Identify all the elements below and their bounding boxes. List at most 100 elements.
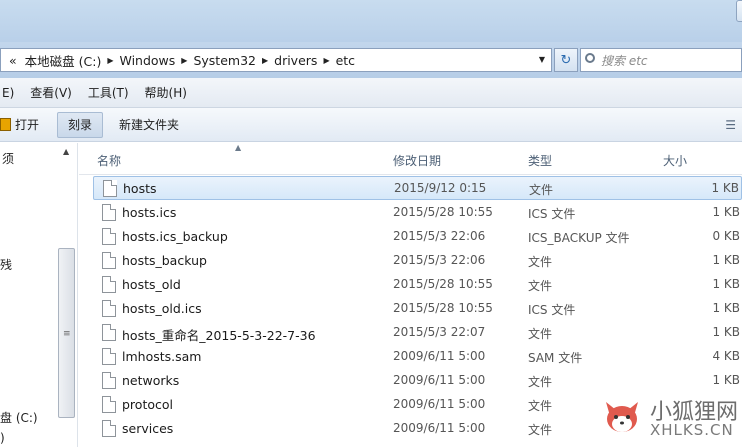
column-header-date[interactable]: 修改日期 [393, 152, 441, 169]
file-name: services [122, 421, 174, 436]
file-type: 文件 [528, 399, 553, 413]
file-date: 2009/6/11 5:00 [393, 349, 486, 363]
file-name: hosts_old [122, 277, 181, 292]
breadcrumb-overflow[interactable]: « [9, 53, 17, 68]
file-name: hosts_old.ics [122, 301, 202, 316]
scroll-up-arrow-icon[interactable]: ▲ [63, 147, 69, 156]
file-date: 2015/5/3 22:06 [393, 253, 486, 267]
file-row[interactable]: hosts_old 2015/5/28 10:55 文件 1 KB [79, 273, 742, 297]
file-type: ICS 文件 [528, 207, 576, 221]
file-size: 1 KB [712, 253, 740, 267]
menu-bar: E) 查看(V) 工具(T) 帮助(H) [0, 78, 742, 108]
burn-label: 刻录 [68, 118, 93, 132]
file-type: 文件 [528, 327, 553, 341]
file-size: 1 KB [712, 301, 740, 315]
window-titlebar [0, 0, 742, 42]
breadcrumb-item-local-disk[interactable]: 本地磁盘 (C:) [25, 51, 102, 70]
file-size: 1 KB [712, 277, 740, 291]
nav-item[interactable]: 残 [0, 256, 12, 273]
fox-logo-icon [606, 402, 638, 432]
file-size: 1 KB [712, 205, 740, 219]
view-options-icon[interactable]: ☰ [725, 118, 736, 132]
breadcrumb-item-system32[interactable]: System32 [193, 53, 256, 68]
file-type: ICS_BACKUP 文件 [528, 231, 630, 245]
breadcrumb-item-drivers[interactable]: drivers [274, 53, 317, 68]
file-size: 1 KB [712, 325, 740, 339]
column-header-type[interactable]: 类型 [528, 152, 552, 169]
file-icon [102, 300, 116, 317]
menu-view[interactable]: 查看(V) [22, 84, 80, 101]
navigation-pane: 须 残 盘 (C:) ) ▲ ≡ [0, 143, 78, 447]
nav-item[interactable]: 须 [2, 150, 14, 167]
breadcrumb-item-windows[interactable]: Windows [119, 53, 175, 68]
menu-tools[interactable]: 工具(T) [80, 84, 137, 101]
file-name: hosts.ics_backup [122, 229, 228, 244]
breadcrumb-item-etc[interactable]: etc [336, 53, 355, 68]
file-date: 2015/5/28 10:55 [393, 205, 493, 219]
breadcrumb[interactable]: « 本地磁盘 (C:) ▶ Windows ▶ System32 ▶ drive… [0, 48, 552, 72]
file-icon [102, 396, 116, 413]
file-row[interactable]: lmhosts.sam 2009/6/11 5:00 SAM 文件 4 KB [79, 345, 742, 369]
file-date: 2015/5/28 10:55 [393, 301, 493, 315]
file-icon [102, 324, 116, 341]
file-row[interactable]: hosts.ics 2015/5/28 10:55 ICS 文件 1 KB [79, 201, 742, 225]
menu-edit[interactable]: E) [0, 86, 22, 100]
new-folder-button[interactable]: 新建文件夹 [109, 112, 189, 138]
open-button[interactable]: 打开 [0, 112, 49, 138]
file-row[interactable]: hosts_old.ics 2015/5/28 10:55 ICS 文件 1 KB [79, 297, 742, 321]
window-control-button[interactable] [736, 0, 742, 22]
file-size: 0 KB [712, 229, 740, 243]
address-dropdown-icon[interactable]: ▼ [539, 55, 545, 64]
nav-item-local-disk[interactable]: 盘 (C:) [0, 409, 38, 426]
breadcrumb-arrow-icon[interactable]: ▶ [323, 56, 329, 65]
column-header-name[interactable]: 名称 [97, 152, 121, 169]
menu-help[interactable]: 帮助(H) [137, 84, 195, 101]
file-name: lmhosts.sam [122, 349, 202, 364]
file-date: 2015/5/28 10:55 [393, 277, 493, 291]
breadcrumb-arrow-icon[interactable]: ▶ [262, 56, 268, 65]
file-icon [102, 420, 116, 437]
file-row[interactable]: hosts_重命名_2015-5-3-22-7-36 2015/5/3 22:07… [79, 321, 742, 345]
file-name: hosts_重命名_2015-5-3-22-7-36 [122, 328, 316, 343]
file-date: 2009/6/11 5:00 [393, 421, 486, 435]
file-row[interactable]: hosts 2015/9/12 0:15 文件 1 KB [93, 176, 742, 200]
column-header-size[interactable]: 大小 [663, 152, 687, 169]
file-icon [102, 252, 116, 269]
breadcrumb-arrow-icon[interactable]: ▶ [181, 56, 187, 65]
file-icon [102, 372, 116, 389]
file-name: protocol [122, 397, 173, 412]
breadcrumb-arrow-icon[interactable]: ▶ [107, 56, 113, 65]
column-header-row: ▲ 名称 修改日期 类型 大小 [79, 143, 742, 175]
file-name: networks [122, 373, 180, 388]
search-input[interactable]: 搜索 etc [601, 52, 648, 69]
file-icon [102, 204, 116, 221]
nav-scrollbar-thumb[interactable]: ≡ [58, 248, 75, 418]
file-type: 文件 [529, 183, 554, 197]
sort-up-icon: ▲ [235, 143, 242, 152]
file-type: SAM 文件 [528, 351, 583, 365]
command-toolbar: 打开 刻录 新建文件夹 ☰ [0, 108, 742, 142]
file-date: 2009/6/11 5:00 [393, 373, 486, 387]
file-row[interactable]: hosts_backup 2015/5/3 22:06 文件 1 KB [79, 249, 742, 273]
file-size: 4 KB [712, 349, 740, 363]
new-folder-label: 新建文件夹 [119, 118, 180, 132]
file-type: 文件 [528, 255, 553, 269]
file-row[interactable]: hosts.ics_backup 2015/5/3 22:06 ICS_BACKUP… [79, 225, 742, 249]
refresh-icon: ↻ [560, 52, 572, 68]
file-name: hosts [123, 181, 157, 196]
file-icon [103, 180, 117, 197]
address-row: « 本地磁盘 (C:) ▶ Windows ▶ System32 ▶ drive… [0, 42, 742, 78]
open-label: 打开 [15, 118, 40, 132]
burn-button[interactable]: 刻录 [57, 111, 104, 138]
search-icon [585, 53, 595, 63]
search-box[interactable]: 搜索 etc [580, 48, 742, 72]
refresh-button[interactable]: ↻ [554, 48, 578, 72]
file-type: 文件 [528, 279, 553, 293]
nav-item[interactable]: ) [0, 431, 5, 445]
file-size: 1 KB [711, 181, 739, 195]
grip-icon: ≡ [63, 329, 71, 339]
file-icon [102, 276, 116, 293]
file-type: 文件 [528, 375, 553, 389]
open-icon [0, 118, 11, 131]
file-size: 1 KB [712, 373, 740, 387]
